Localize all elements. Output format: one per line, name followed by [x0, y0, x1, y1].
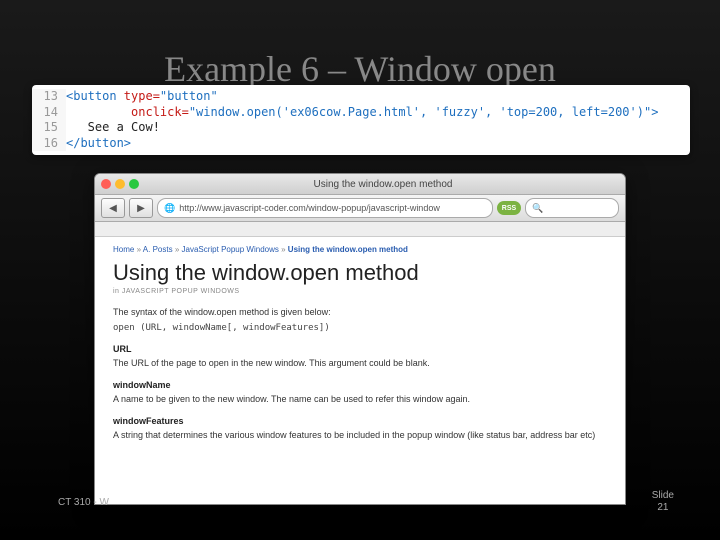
code-content: See a Cow! [66, 120, 690, 136]
code-content: </button> [66, 136, 690, 152]
code-line: 13 <button type="button" [32, 89, 690, 105]
slide: Example 6 – Window open 13 <button type=… [0, 0, 720, 540]
browser-window: Using the window.open method ◀ ▶ 🌐 http:… [94, 173, 626, 505]
window-titlebar: Using the window.open method [95, 174, 625, 195]
forward-button[interactable]: ▶ [129, 198, 153, 218]
site-icon: 🌐 [164, 203, 175, 214]
code-line: 16 </button> [32, 136, 690, 152]
close-icon[interactable] [101, 179, 111, 189]
code-content: <button type="button" [66, 89, 690, 105]
category-label: in JAVASCRIPT POPUP WINDOWS [113, 288, 607, 295]
code-line: 15 See a Cow! [32, 120, 690, 136]
syntax-code: open (URL, windowName[, windowFeatures]) [113, 323, 607, 335]
slide-label: Slide [652, 490, 674, 501]
line-number: 14 [32, 105, 66, 121]
page-title: Using the window.open method [113, 260, 607, 286]
slide-number: 21 [657, 502, 668, 513]
back-button[interactable]: ◀ [101, 198, 125, 218]
code-block: 13 <button type="button" 14 onclick="win… [32, 85, 690, 155]
crumb-link[interactable]: A. Posts [143, 245, 173, 254]
footer-left: CT 310 - W [58, 497, 109, 508]
line-number: 16 [32, 136, 66, 152]
url-bar[interactable]: 🌐 http://www.javascript-coder.com/window… [157, 198, 493, 218]
line-number: 13 [32, 89, 66, 105]
crumb-link[interactable]: JavaScript Popup Windows [182, 245, 279, 254]
footer-right: Slide 21 [652, 490, 674, 514]
section-text: A name to be given to the new window. Th… [113, 394, 607, 406]
section-text: The URL of the page to open in the new w… [113, 358, 607, 370]
rss-badge[interactable]: RSS [497, 201, 521, 215]
bookmarks-bar [95, 222, 625, 237]
code-line: 14 onclick="window.open('ex06cow.Page.ht… [32, 105, 690, 121]
crumb-link[interactable]: Home [113, 245, 134, 254]
section-heading: windowName [113, 380, 607, 390]
slide-title: Example 6 – Window open [0, 48, 720, 90]
minimize-icon[interactable] [115, 179, 125, 189]
code-content: onclick="window.open('ex06cow.Page.html'… [66, 105, 690, 121]
browser-toolbar: ◀ ▶ 🌐 http://www.javascript-coder.com/wi… [95, 195, 625, 222]
intro-text: The syntax of the window.open method is … [113, 307, 607, 319]
section-heading: windowFeatures [113, 416, 607, 426]
window-title: Using the window.open method [147, 179, 619, 190]
line-number: 15 [32, 120, 66, 136]
breadcrumb: Home » A. Posts » JavaScript Popup Windo… [113, 245, 607, 254]
url-text: http://www.javascript-coder.com/window-p… [179, 203, 440, 213]
section-heading: URL [113, 344, 607, 354]
section-text: A string that determines the various win… [113, 430, 607, 442]
search-input[interactable]: 🔍 [525, 198, 619, 218]
page-content: Home » A. Posts » JavaScript Popup Windo… [95, 237, 625, 453]
traffic-lights [101, 179, 139, 189]
zoom-icon[interactable] [129, 179, 139, 189]
crumb-current: Using the window.open method [288, 245, 408, 254]
search-icon: 🔍 [532, 203, 543, 214]
